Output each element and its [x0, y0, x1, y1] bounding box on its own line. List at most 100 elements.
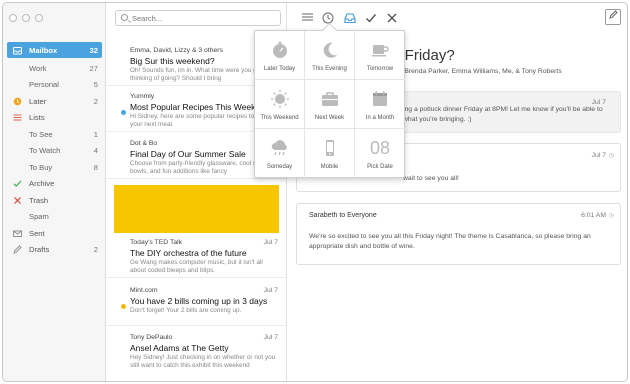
- message-preview: Ge Wang makes computer music, but it isn…: [130, 259, 263, 275]
- snooze-tomorrow[interactable]: Tomorrow: [355, 31, 405, 80]
- sidebar-item-label: Lists: [29, 113, 45, 122]
- pencil-icon: [13, 245, 22, 254]
- email-date: 6:01 AM: [581, 212, 606, 219]
- sidebar-item-later[interactable]: Later 2: [3, 93, 105, 109]
- sidebar-item-label: To See: [29, 129, 53, 139]
- sidebar-item-count: 2: [93, 245, 98, 254]
- message-date: Jul 7: [263, 239, 278, 246]
- list-item[interactable]: Mint.com Jul 7 You have 2 bills coming u…: [106, 281, 286, 326]
- message-date: Jul 7: [263, 287, 278, 294]
- expand-icon[interactable]: ◷: [609, 152, 614, 159]
- message-sender: Emma, David, Lizzy & 3 others: [130, 47, 223, 54]
- sidebar-item-to-buy[interactable]: To Buy 8: [3, 159, 105, 175]
- list-item[interactable]: Tony DePaulo Jul 7 Ansel Adams at The Ge…: [106, 328, 286, 373]
- message-sender: Dot & Bo: [130, 140, 158, 147]
- sidebar-item-count: 27: [89, 63, 98, 73]
- minimize-window-button[interactable]: [22, 14, 30, 22]
- unread-dot: [121, 110, 126, 115]
- sidebar-item-count: 8: [93, 162, 98, 172]
- sidebar-item-count: 5: [93, 80, 98, 89]
- snooze-option-label: Someday: [266, 164, 293, 170]
- sidebar-item-to-see[interactable]: To See 1: [3, 126, 105, 142]
- sidebar-item-label: Drafts: [29, 245, 50, 254]
- sidebar-item-label: Mailbox: [29, 45, 58, 55]
- email-card[interactable]: Sarabeth to Everyone 6:01 AM ◷ We're so …: [296, 203, 621, 265]
- sidebar-item-label: Work: [29, 63, 47, 73]
- check-icon[interactable]: [365, 12, 377, 26]
- archive-tray-icon[interactable]: [344, 12, 356, 26]
- compose-icon: [609, 10, 618, 19]
- list-item[interactable]: Today's TED Talk Jul 7 The DIY orchestra…: [106, 233, 286, 278]
- sidebar-item-count: 4: [93, 146, 98, 155]
- snooze-someday[interactable]: Someday: [255, 129, 305, 178]
- sidebar-item-label: Archive: [29, 179, 55, 188]
- swipe-highlight: [114, 185, 279, 233]
- list-icon: [13, 113, 22, 122]
- window-controls: [9, 14, 43, 22]
- email-body: We're so excited to see you all this Fri…: [309, 233, 591, 250]
- email-sender: Sarabeth to Everyone: [309, 212, 377, 219]
- message-subject: You have 2 bills coming up in 3 days: [130, 296, 268, 306]
- sidebar-item-label: Later: [29, 96, 47, 106]
- snooze-later-today[interactable]: Later Today: [255, 31, 305, 80]
- list-icon[interactable]: [301, 12, 313, 26]
- expand-icon[interactable]: ◷: [609, 212, 614, 219]
- message-sender: Mint.com: [130, 287, 158, 294]
- sidebar-item-to-watch[interactable]: To Watch 4: [3, 143, 105, 159]
- snooze-this-weekend[interactable]: This Weekend: [255, 80, 305, 129]
- sidebar-item-label: To Watch: [29, 146, 61, 155]
- snooze-mobile[interactable]: Mobile: [305, 129, 355, 178]
- envelope-icon: [13, 229, 22, 238]
- message-subject: Final Day of Our Summer Sale: [130, 149, 246, 159]
- snooze-option-label: Later Today: [263, 66, 296, 72]
- sidebar: Mailbox 32 Work 27 Personal 5 Later 2 Li…: [3, 3, 106, 381]
- search-icon: [121, 14, 128, 21]
- cloud-rain-icon: [255, 138, 304, 158]
- x-icon: [13, 196, 22, 205]
- snooze-pick-date[interactable]: 08 Pick Date: [355, 129, 405, 178]
- sidebar-item-label: To Buy: [29, 162, 53, 172]
- sidebar-item-spam[interactable]: Spam: [3, 209, 105, 225]
- snooze-in-a-month[interactable]: In a Month: [355, 80, 405, 129]
- snooze-option-label: Next Week: [314, 115, 345, 121]
- sidebar-item-label: Sent: [29, 228, 45, 238]
- sidebar-item-archive[interactable]: Archive: [3, 176, 105, 192]
- sidebar-item-sent[interactable]: Sent: [3, 225, 105, 241]
- compose-button[interactable]: [605, 9, 621, 25]
- snooze-option-label: This Evening: [312, 66, 347, 72]
- pick-date-icon: 08: [369, 137, 391, 158]
- sidebar-nav: Mailbox 32 Work 27 Personal 5 Later 2 Li…: [3, 42, 105, 258]
- snooze-option-label: Tomorrow: [366, 66, 394, 72]
- clock-icon: [13, 97, 22, 106]
- search-box[interactable]: [115, 10, 281, 26]
- moon-icon: [305, 40, 354, 60]
- sidebar-item-lists[interactable]: Lists: [3, 110, 105, 126]
- sun-icon: [255, 89, 304, 109]
- snooze-popover: Later Today This Evening Tomorrow This W…: [254, 30, 405, 178]
- message-subject: Ansel Adams at The Getty: [130, 343, 229, 353]
- sidebar-item-trash[interactable]: Trash: [3, 192, 105, 208]
- sidebar-item-personal[interactable]: Personal 5: [3, 77, 105, 93]
- sidebar-item-work[interactable]: Work 27: [3, 60, 105, 76]
- calendar-icon: [355, 89, 405, 109]
- sidebar-item-mailbox[interactable]: Mailbox 32: [7, 42, 102, 58]
- thread-participants: on, Brenda Parker, Emma Williams, Me, & …: [393, 68, 562, 75]
- close-window-button[interactable]: [9, 14, 17, 22]
- message-sender: Yummly: [130, 93, 155, 100]
- check-icon: [13, 179, 22, 188]
- snooze-this-evening[interactable]: This Evening: [305, 31, 355, 80]
- zoom-window-button[interactable]: [35, 14, 43, 22]
- coffee-cup-icon: [355, 40, 405, 60]
- message-subject: Big Sur this weekend?: [130, 56, 215, 66]
- inbox-icon: [13, 46, 22, 55]
- search-input[interactable]: [132, 12, 272, 24]
- sidebar-item-drafts[interactable]: Drafts 2: [3, 242, 105, 258]
- message-date: Jul 7: [263, 334, 278, 341]
- close-icon[interactable]: [386, 12, 398, 26]
- snooze-next-week[interactable]: Next Week: [305, 80, 355, 129]
- phone-icon: [305, 138, 354, 158]
- snooze-option-label: This Weekend: [260, 115, 299, 121]
- unread-dot: [121, 304, 126, 309]
- sidebar-item-count: 1: [93, 129, 98, 139]
- email-body: ing a potluck dinner Friday at 8PM! Let …: [403, 106, 603, 123]
